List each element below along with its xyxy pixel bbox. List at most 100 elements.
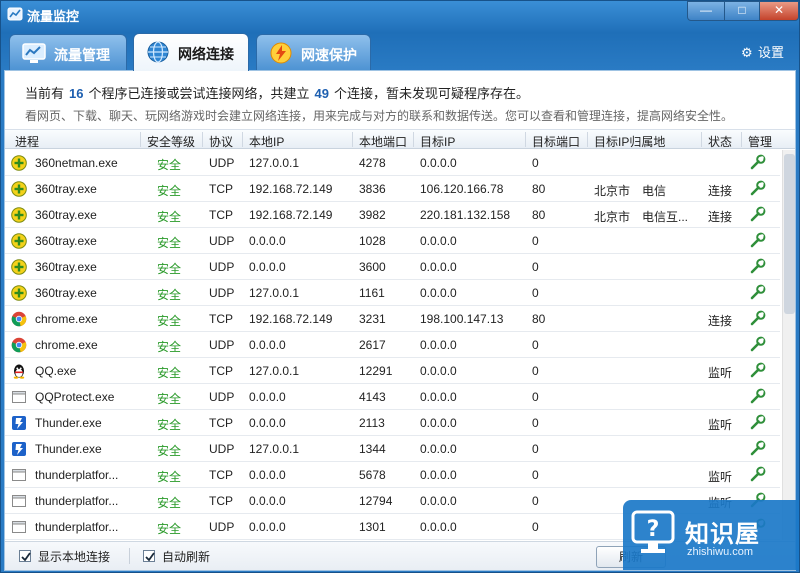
remote-port: 80: [532, 208, 546, 222]
360-icon: [11, 181, 27, 197]
column-header[interactable]: 管理: [748, 133, 772, 150]
maximize-button[interactable]: □: [724, 1, 760, 21]
qq-icon: [11, 363, 27, 379]
wrench-icon[interactable]: [749, 387, 767, 405]
process-name: 360tray.exe: [35, 182, 97, 196]
wrench-icon[interactable]: [749, 413, 767, 431]
local-ip: 192.168.72.149: [249, 208, 333, 222]
connection-summary: 当前有 16 个程序已连接或尝试连接网络，共建立 49 个连接，暂未发现可疑程序存在。: [25, 83, 529, 102]
monitor-icon: [22, 43, 46, 63]
remote-ip: 0.0.0.0: [420, 416, 457, 430]
process-name: QQProtect.exe: [35, 390, 115, 404]
local-ip: 192.168.72.149: [249, 312, 333, 326]
wrench-icon[interactable]: [749, 439, 767, 457]
table-row[interactable]: chrome.exe 安全 UDP 0.0.0.0 2617 0.0.0.0 0: [5, 332, 780, 358]
column-header[interactable]: 本地端口: [359, 133, 407, 150]
tab-speed-protection[interactable]: 网速保护: [256, 34, 371, 70]
remote-ip: 0.0.0.0: [420, 494, 457, 508]
wrench-icon[interactable]: [749, 257, 767, 275]
column-separator[interactable]: [587, 132, 588, 147]
wrench-icon[interactable]: [749, 465, 767, 483]
column-separator[interactable]: [413, 132, 414, 147]
column-header[interactable]: 进程: [15, 133, 39, 150]
local-ip: 0.0.0.0: [249, 338, 286, 352]
column-separator[interactable]: [352, 132, 353, 147]
protocol: UDP: [209, 442, 235, 456]
remote-ip: 220.181.132.158: [420, 208, 511, 222]
table-row[interactable]: 360tray.exe 安全 UDP 127.0.0.1 1161 0.0.0.0 0: [5, 280, 780, 306]
table-row[interactable]: 360tray.exe 安全 UDP 0.0.0.0 3600 0.0.0.0 0: [5, 254, 780, 280]
process-name: 360tray.exe: [35, 234, 97, 248]
protocol: UDP: [209, 234, 235, 248]
local-port: 4278: [359, 156, 386, 170]
process-name: chrome.exe: [35, 338, 98, 352]
column-header[interactable]: 本地IP: [249, 133, 284, 150]
wrench-icon[interactable]: [749, 361, 767, 379]
local-port: 5678: [359, 468, 386, 482]
column-header[interactable]: 目标IP: [420, 133, 455, 150]
close-button[interactable]: ✕: [759, 1, 799, 21]
wrench-icon[interactable]: [749, 153, 767, 171]
remote-port: 0: [532, 494, 539, 508]
safety-level: 安全: [157, 496, 182, 510]
wrench-icon[interactable]: [749, 283, 767, 301]
360-icon: [11, 207, 27, 223]
wrench-icon[interactable]: [749, 309, 767, 327]
table-row[interactable]: Thunder.exe 安全 UDP 127.0.0.1 1344 0.0.0.0 0: [5, 436, 780, 462]
show-local-checkbox[interactable]: [19, 550, 31, 562]
table-row[interactable]: 360netman.exe 安全 UDP 127.0.0.1 4278 0.0.0.0 0: [5, 150, 780, 176]
remote-port: 0: [532, 390, 539, 404]
remote-port: 0: [532, 260, 539, 274]
safety-level: 安全: [157, 340, 182, 354]
table-row[interactable]: QQProtect.exe 安全 UDP 0.0.0.0 4143 0.0.0.0 0: [5, 384, 780, 410]
remote-port: 0: [532, 416, 539, 430]
table-row[interactable]: 360tray.exe 安全 TCP 192.168.72.149 3836 106.12…: [5, 176, 780, 202]
settings-button[interactable]: ⚙ 设置: [741, 42, 784, 61]
summary-prefix: 当前有: [25, 86, 65, 101]
wrench-icon[interactable]: [749, 179, 767, 197]
show-local-label[interactable]: 显示本地连接: [38, 548, 110, 565]
wrench-icon[interactable]: [749, 231, 767, 249]
remote-ip: 0.0.0.0: [420, 234, 457, 248]
minimize-button[interactable]: —: [687, 1, 725, 21]
column-header[interactable]: 目标端口: [532, 133, 580, 150]
auto-refresh-checkbox[interactable]: [143, 550, 155, 562]
column-separator[interactable]: [525, 132, 526, 147]
column-separator[interactable]: [202, 132, 203, 147]
table-row[interactable]: chrome.exe 安全 TCP 192.168.72.149 3231 198.100…: [5, 306, 780, 332]
table-row[interactable]: thunderplatfor... 安全 TCP 0.0.0.0 5678 0.0.0.0…: [5, 462, 780, 488]
settings-label: 设置: [758, 45, 785, 60]
column-header[interactable]: 安全等级: [147, 133, 195, 150]
column-header[interactable]: 状态: [708, 133, 732, 150]
protocol: UDP: [209, 260, 235, 274]
wrench-icon[interactable]: [749, 335, 767, 353]
column-separator[interactable]: [242, 132, 243, 147]
process-name: thunderplatfor...: [35, 468, 119, 482]
table-row[interactable]: QQ.exe 安全 TCP 127.0.0.1 12291 0.0.0.0 0 监听: [5, 358, 780, 384]
auto-refresh-label[interactable]: 自动刷新: [162, 548, 210, 565]
process-name: thunderplatfor...: [35, 520, 119, 534]
360-icon: [11, 285, 27, 301]
tab-network-connections[interactable]: 网络连接: [133, 33, 249, 71]
table-row[interactable]: 360tray.exe 安全 UDP 0.0.0.0 1028 0.0.0.0 0: [5, 228, 780, 254]
vertical-scrollbar[interactable]: [782, 150, 795, 540]
svg-text:?: ?: [647, 517, 660, 542]
column-header[interactable]: 协议: [209, 133, 233, 150]
local-ip: 0.0.0.0: [249, 234, 286, 248]
connection-state: 监听: [708, 418, 733, 432]
column-separator[interactable]: [140, 132, 141, 147]
remote-ip: 0.0.0.0: [420, 286, 457, 300]
tab-traffic-management[interactable]: 流量管理: [9, 34, 127, 70]
wrench-icon[interactable]: [749, 205, 767, 223]
remote-port: 0: [532, 364, 539, 378]
thunder-icon: [11, 441, 27, 457]
process-name: 360tray.exe: [35, 286, 97, 300]
column-separator[interactable]: [701, 132, 702, 147]
remote-ip: 0.0.0.0: [420, 442, 457, 456]
scrollbar-thumb[interactable]: [784, 154, 795, 314]
table-row[interactable]: Thunder.exe 安全 TCP 0.0.0.0 2113 0.0.0.0 0 监听: [5, 410, 780, 436]
table-row[interactable]: 360tray.exe 安全 TCP 192.168.72.149 3982 220.18…: [5, 202, 780, 228]
protocol: UDP: [209, 390, 235, 404]
column-separator[interactable]: [741, 132, 742, 147]
column-header[interactable]: 目标IP归属地: [594, 133, 665, 150]
